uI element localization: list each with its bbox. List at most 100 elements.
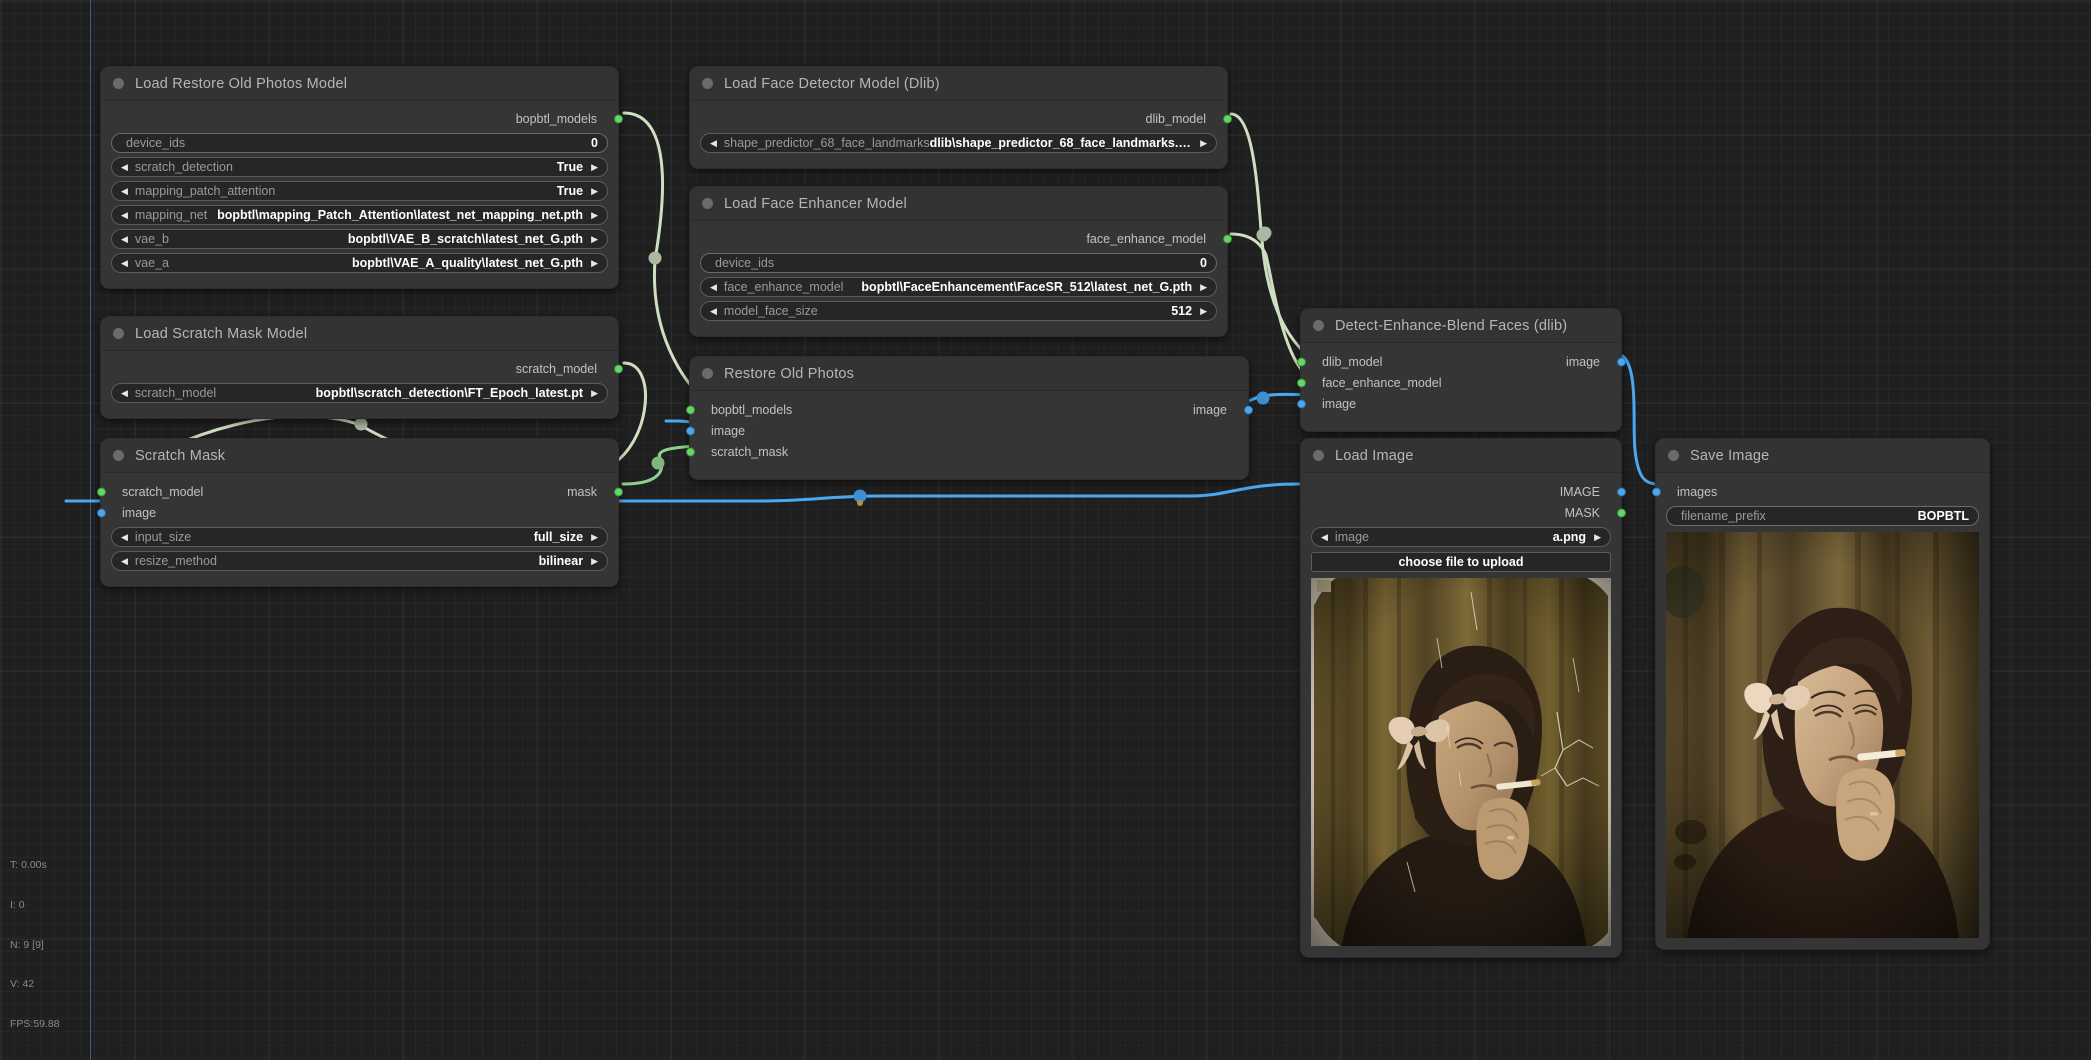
chevron-right-icon[interactable]: ▶ — [591, 234, 598, 244]
widget-model-face-size[interactable]: ◀ model_face_size 512 ▶ — [700, 301, 1217, 321]
output-dot-icon[interactable] — [613, 364, 623, 374]
chevron-right-icon[interactable]: ▶ — [591, 186, 598, 196]
node-title-bar[interactable]: Load Restore Old Photos Model — [101, 67, 618, 101]
chevron-left-icon[interactable]: ◀ — [121, 556, 128, 566]
node-load-face-enhancer-model[interactable]: Load Face Enhancer Model face_enhance_mo… — [689, 186, 1232, 337]
output-dot-icon[interactable] — [1616, 487, 1626, 496]
chevron-right-icon[interactable]: ▶ — [591, 210, 598, 220]
output-dot-icon[interactable] — [1616, 508, 1626, 517]
chevron-right-icon[interactable]: ▶ — [591, 162, 598, 172]
output-slot-bopbtl-models[interactable]: bopbtl_models — [101, 109, 623, 129]
widget-mapping-patch-attention[interactable]: ◀ mapping_patch_attention True ▶ — [111, 181, 608, 201]
widget-filename-prefix[interactable]: filename_prefix BOPBTL — [1666, 506, 1979, 526]
chevron-right-icon[interactable]: ▶ — [591, 258, 598, 268]
widget-face-enhance-model[interactable]: ◀ face_enhance_model bopbtl\FaceEnhancem… — [700, 277, 1217, 297]
input-slot-image[interactable]: image — [685, 420, 1248, 441]
chevron-left-icon[interactable]: ◀ — [121, 388, 128, 398]
input-slot-dlib-model[interactable]: dlib_model image — [1296, 351, 1626, 372]
node-save-image[interactable]: Save Image images filename_prefix BOPBTL — [1651, 438, 1990, 950]
chevron-right-icon[interactable]: ▶ — [1200, 306, 1207, 316]
input-slot-image[interactable]: image — [96, 502, 618, 523]
node-title-bar[interactable]: Scratch Mask — [101, 439, 618, 473]
input-slot-scratch-mask[interactable]: scratch_mask — [685, 441, 1248, 462]
node-detect-enhance-blend-faces-dlib[interactable]: Detect-Enhance-Blend Faces (dlib) dlib_m… — [1296, 308, 1626, 432]
widget-shape-predictor-68-face-landmarks[interactable]: ◀ shape_predictor_68_face_landmarks dlib… — [700, 133, 1217, 153]
chevron-right-icon[interactable]: ▶ — [591, 556, 598, 566]
chevron-left-icon[interactable]: ◀ — [121, 162, 128, 172]
image-preview-restored[interactable] — [1666, 532, 1979, 938]
output-dot-icon[interactable] — [1222, 234, 1232, 244]
input-dot-icon[interactable] — [1296, 378, 1306, 387]
output-slot-scratch-model[interactable]: scratch_model — [101, 359, 623, 379]
node-title-bar[interactable]: Restore Old Photos — [690, 357, 1248, 391]
chevron-left-icon[interactable]: ◀ — [710, 138, 717, 148]
chevron-right-icon[interactable]: ▶ — [1594, 532, 1601, 542]
node-title-bar[interactable]: Load Face Detector Model (Dlib) — [690, 67, 1227, 101]
input-dot-icon[interactable] — [1651, 487, 1661, 496]
input-slot-bopbtl-models[interactable]: bopbtl_models image — [685, 399, 1253, 420]
node-graph-canvas[interactable]: Load Restore Old Photos Model bopbtl_mod… — [0, 0, 2091, 1060]
output-slot-mask[interactable]: MASK — [1301, 502, 1626, 523]
widget-scratch-detection[interactable]: ◀ scratch_detection True ▶ — [111, 157, 608, 177]
widget-device-ids[interactable]: device_ids 0 — [111, 133, 608, 153]
collapse-dot-icon[interactable] — [1313, 450, 1324, 461]
output-slot-dlib-model[interactable]: dlib_model — [690, 109, 1232, 129]
collapse-dot-icon[interactable] — [702, 368, 713, 379]
choose-file-to-upload-button[interactable]: choose file to upload — [1311, 552, 1611, 572]
node-load-face-detector-model-dlib[interactable]: Load Face Detector Model (Dlib) dlib_mod… — [689, 66, 1232, 169]
image-preview-original[interactable] — [1311, 578, 1611, 946]
node-title-bar[interactable]: Load Face Enhancer Model — [690, 187, 1227, 221]
output-dot-icon[interactable] — [1243, 405, 1253, 414]
output-slot-face-enhance-model[interactable]: face_enhance_model — [690, 229, 1232, 249]
input-dot-icon[interactable] — [685, 426, 695, 435]
node-load-restore-old-photos-model[interactable]: Load Restore Old Photos Model bopbtl_mod… — [100, 66, 623, 289]
chevron-left-icon[interactable]: ◀ — [121, 234, 128, 244]
chevron-right-icon[interactable]: ▶ — [591, 532, 598, 542]
input-dot-icon[interactable] — [1296, 399, 1306, 408]
chevron-left-icon[interactable]: ◀ — [121, 258, 128, 268]
input-dot-icon[interactable] — [685, 447, 695, 456]
collapse-dot-icon[interactable] — [113, 328, 124, 339]
collapse-dot-icon[interactable] — [702, 78, 713, 89]
chevron-left-icon[interactable]: ◀ — [121, 210, 128, 220]
widget-device-ids[interactable]: device_ids 0 — [700, 253, 1217, 273]
input-slot-face-enhance-model[interactable]: face_enhance_model — [1296, 372, 1621, 393]
collapse-dot-icon[interactable] — [113, 78, 124, 89]
chevron-left-icon[interactable]: ◀ — [710, 306, 717, 316]
node-scratch-mask[interactable]: Scratch Mask scratch_model mask image ◀ … — [96, 438, 623, 587]
collapse-dot-icon[interactable] — [702, 198, 713, 209]
widget-scratch-model[interactable]: ◀ scratch_model bopbtl\scratch_detection… — [111, 383, 608, 403]
widget-input-size[interactable]: ◀ input_size full_size ▶ — [111, 527, 608, 547]
node-title-bar[interactable]: Save Image — [1656, 439, 1989, 473]
chevron-left-icon[interactable]: ◀ — [121, 532, 128, 542]
collapse-dot-icon[interactable] — [1313, 320, 1324, 331]
output-dot-icon[interactable] — [613, 487, 623, 496]
input-dot-icon[interactable] — [96, 487, 106, 496]
output-slot-image[interactable]: IMAGE — [1301, 481, 1626, 502]
chevron-left-icon[interactable]: ◀ — [710, 282, 717, 292]
chevron-left-icon[interactable]: ◀ — [121, 186, 128, 196]
node-restore-old-photos[interactable]: Restore Old Photos bopbtl_models image i… — [685, 356, 1253, 480]
widget-resize-method[interactable]: ◀ resize_method bilinear ▶ — [111, 551, 608, 571]
chevron-right-icon[interactable]: ▶ — [1200, 138, 1207, 148]
collapse-dot-icon[interactable] — [113, 450, 124, 461]
collapse-dot-icon[interactable] — [1668, 450, 1679, 461]
node-load-image[interactable]: Load Image IMAGE MASK ◀ image a.png ▶ ch… — [1300, 438, 1626, 958]
widget-vae-b[interactable]: ◀ vae_b bopbtl\VAE_B_scratch\latest_net_… — [111, 229, 608, 249]
node-title-bar[interactable]: Load Image — [1301, 439, 1621, 473]
widget-mapping-net[interactable]: ◀ mapping_net bopbtl\mapping_Patch_Atten… — [111, 205, 608, 225]
input-slot-image[interactable]: image — [1296, 393, 1621, 414]
chevron-right-icon[interactable]: ▶ — [1200, 282, 1207, 292]
output-dot-icon[interactable] — [1616, 357, 1626, 366]
chevron-left-icon[interactable]: ◀ — [1321, 532, 1328, 542]
input-dot-icon[interactable] — [1296, 357, 1306, 366]
output-dot-icon[interactable] — [1222, 114, 1232, 124]
input-slot-scratch-model[interactable]: scratch_model mask — [96, 481, 623, 502]
node-title-bar[interactable]: Detect-Enhance-Blend Faces (dlib) — [1301, 309, 1621, 343]
node-title-bar[interactable]: Load Scratch Mask Model — [101, 317, 618, 351]
node-load-scratch-mask-model[interactable]: Load Scratch Mask Model scratch_model ◀ … — [100, 316, 623, 419]
chevron-right-icon[interactable]: ▶ — [591, 388, 598, 398]
output-dot-icon[interactable] — [613, 114, 623, 124]
input-slot-images[interactable]: images — [1651, 481, 1989, 502]
widget-vae-a[interactable]: ◀ vae_a bopbtl\VAE_A_quality\latest_net_… — [111, 253, 608, 273]
